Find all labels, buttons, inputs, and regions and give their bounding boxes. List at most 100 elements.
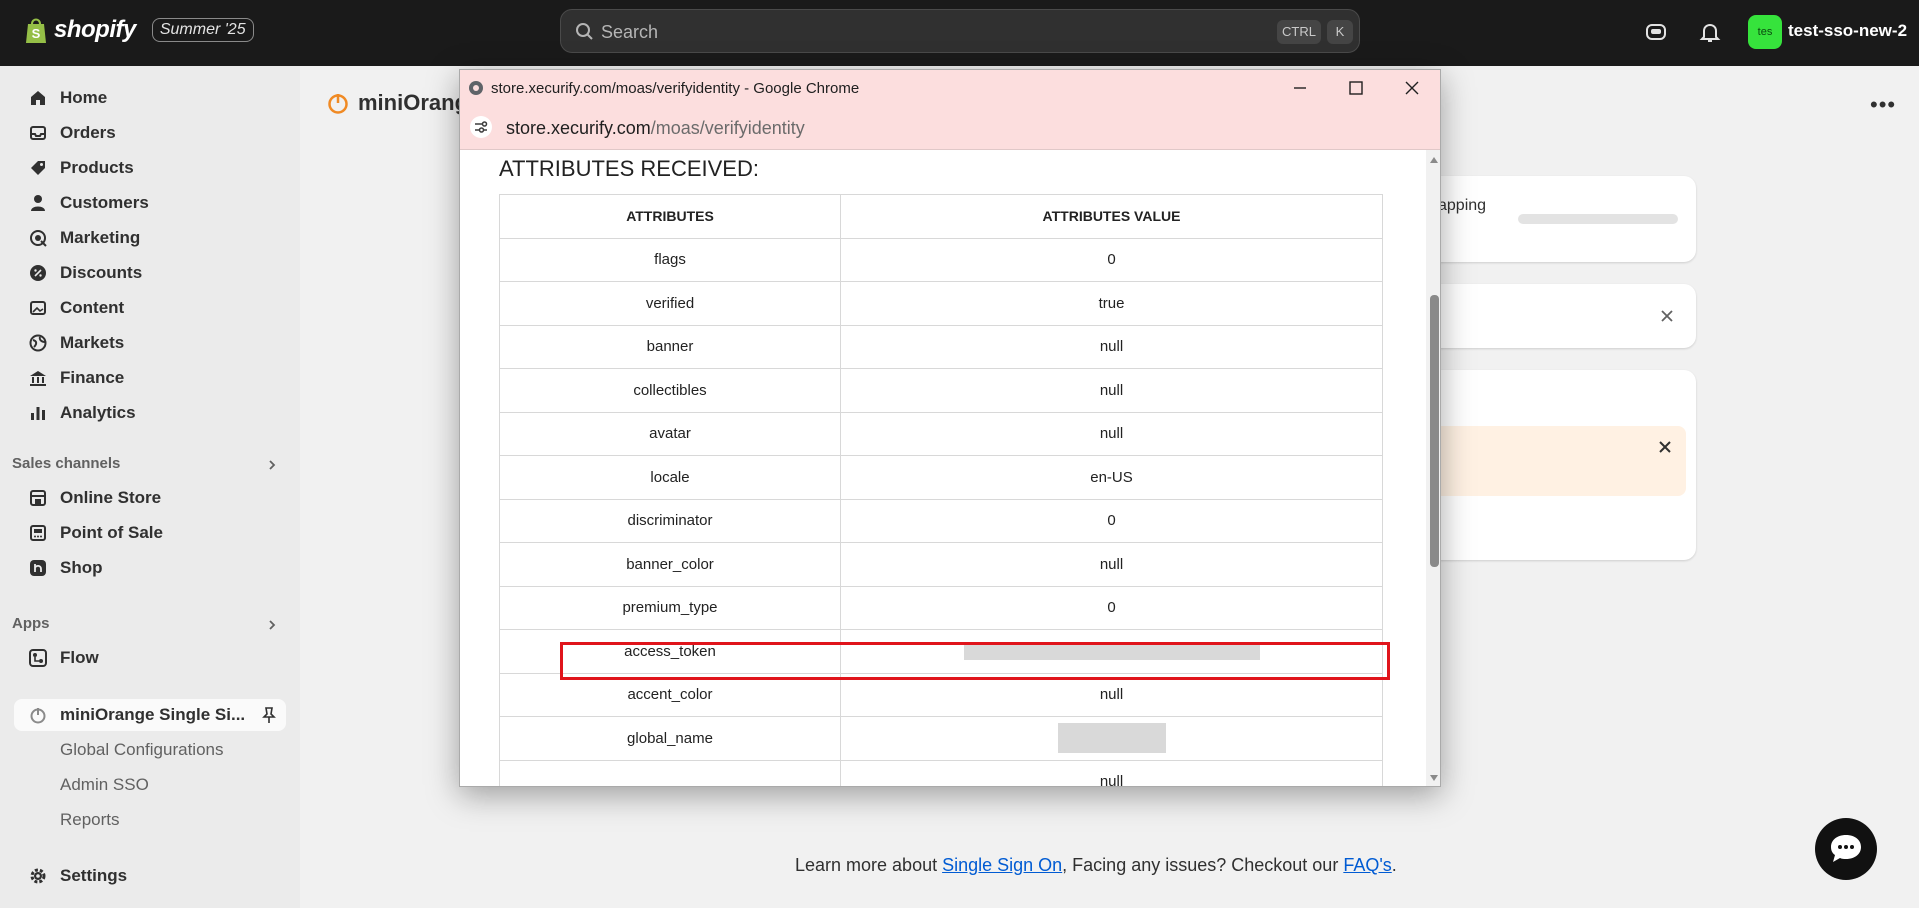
sidebar-item-content[interactable]: Content xyxy=(14,292,286,324)
popup-address-bar[interactable]: store.xecurify.com/moas/verifyidentity xyxy=(460,106,1440,150)
sidebar-item-finance[interactable]: Finance xyxy=(14,362,286,394)
pin-icon[interactable] xyxy=(260,706,278,724)
marketing-icon xyxy=(28,228,48,248)
scroll-down-icon[interactable] xyxy=(1429,773,1439,783)
sales-channels-heading: Sales channels xyxy=(12,455,121,472)
attr-value: en-US xyxy=(840,455,1383,500)
table-row: verified true xyxy=(499,281,1383,326)
store-icon xyxy=(28,488,48,508)
sidebar-item-label: Home xyxy=(60,88,108,107)
attributes-heading: ATTRIBUTES RECEIVED: xyxy=(499,156,759,181)
faq-link[interactable]: FAQ's xyxy=(1343,855,1391,875)
globe-icon xyxy=(28,333,48,353)
search-icon xyxy=(576,23,593,40)
attr-value: null xyxy=(840,368,1383,413)
sidebar-item-orders[interactable]: Orders xyxy=(14,117,286,149)
table-row: banner null xyxy=(499,324,1383,369)
table-row: collectibles null xyxy=(499,368,1383,413)
sidebar-item-label: Products xyxy=(60,158,134,177)
scrollbar-thumb[interactable] xyxy=(1430,295,1439,567)
shopify-logo[interactable]: S shopify Summer '25 xyxy=(24,16,254,44)
store-avatar[interactable]: tes xyxy=(1748,15,1782,49)
sidebar-item-marketing[interactable]: Marketing xyxy=(14,222,286,254)
minimize-icon[interactable] xyxy=(1290,78,1310,98)
attr-value: null xyxy=(840,759,1383,786)
site-settings-icon[interactable] xyxy=(470,116,492,138)
store-name[interactable]: test-sso-new-2 xyxy=(1788,21,1907,41)
sidebar-item-label: Flow xyxy=(60,648,99,667)
app-title: miniOrang xyxy=(358,90,469,115)
single-sign-on-link[interactable]: Single Sign On xyxy=(942,855,1062,875)
attr-name: banner_color xyxy=(499,542,841,587)
gear-icon xyxy=(28,866,48,886)
attr-name: verified xyxy=(499,281,841,326)
sidebar-item-online-store[interactable]: Online Store xyxy=(14,482,286,514)
footer-prefix: Learn more about xyxy=(795,855,943,875)
sidekick-icon[interactable] xyxy=(1644,20,1668,44)
more-actions-icon[interactable]: ••• xyxy=(1870,92,1896,118)
sidebar-item-label: Customers xyxy=(60,193,149,212)
sidebar-item-label: Shop xyxy=(60,558,103,577)
table-row: premium_type 0 xyxy=(499,585,1383,630)
close-icon[interactable] xyxy=(1658,440,1672,454)
sidebar-item-miniorange[interactable]: miniOrange Single Si... xyxy=(14,699,286,731)
search-bar[interactable]: Search CTRL K xyxy=(560,9,1360,53)
sidebar-item-point-of-sale[interactable]: Point of Sale xyxy=(14,517,286,549)
bar-chart-icon xyxy=(28,403,48,423)
progress-bar xyxy=(1518,214,1678,224)
attr-name: flags xyxy=(499,237,841,282)
sidebar-item-analytics[interactable]: Analytics xyxy=(14,397,286,429)
chevron-right-icon[interactable] xyxy=(266,459,278,471)
col-header-attributes: ATTRIBUTES xyxy=(499,194,841,239)
svg-text:S: S xyxy=(32,26,41,41)
sidebar-item-label: Finance xyxy=(60,368,125,387)
sidebar-item-label: Markets xyxy=(60,333,125,352)
apps-heading: Apps xyxy=(12,615,50,632)
footer-suffix: . xyxy=(1391,855,1397,875)
chevron-right-icon[interactable] xyxy=(266,619,278,631)
top-bar: S shopify Summer '25 Search CTRL K tes t… xyxy=(0,0,1919,66)
attr-value: true xyxy=(840,281,1383,326)
popup-page-content: ATTRIBUTES RECEIVED: ATTRIBUTES ATTRIBUT… xyxy=(460,150,1426,786)
sidebar-item-label: miniOrange Single Si... xyxy=(60,705,246,724)
brand-name: shopify xyxy=(54,16,136,43)
popup-titlebar[interactable]: store.xecurify.com/moas/verifyidentity -… xyxy=(460,70,1440,106)
orders-icon xyxy=(28,123,48,143)
subnav-admin-sso[interactable]: Admin SSO xyxy=(60,775,149,795)
chat-button[interactable] xyxy=(1815,818,1877,880)
popup-scrollbar[interactable] xyxy=(1426,150,1440,786)
footer-middle: , Facing any issues? Checkout our xyxy=(1062,855,1344,875)
sidebar-item-customers[interactable]: Customers xyxy=(14,187,286,219)
attr-name: banner xyxy=(499,324,841,369)
sidebar-item-flow[interactable]: Flow xyxy=(14,642,286,674)
table-row: flags 0 xyxy=(499,237,1383,282)
discount-icon xyxy=(28,263,48,283)
sidebar-item-markets[interactable]: Markets xyxy=(14,327,286,359)
sidebar-item-products[interactable]: Products xyxy=(14,152,286,184)
tag-icon xyxy=(28,158,48,178)
attributes-table: ATTRIBUTES ATTRIBUTES VALUE flags 0 verif… xyxy=(499,194,1383,786)
close-icon[interactable] xyxy=(1402,78,1422,98)
attr-name: global_name xyxy=(499,716,841,761)
search-placeholder: Search xyxy=(601,22,659,42)
close-icon[interactable] xyxy=(1660,309,1674,323)
maximize-icon[interactable] xyxy=(1346,78,1366,98)
attr-value: null xyxy=(840,542,1383,587)
url-host: store.xecurify.com xyxy=(506,118,651,138)
flow-icon xyxy=(28,648,48,668)
popup-window-title: store.xecurify.com/moas/verifyidentity -… xyxy=(491,80,860,97)
scroll-up-icon[interactable] xyxy=(1429,155,1439,165)
edition-badge[interactable]: Summer '25 xyxy=(151,18,254,42)
table-row: global_name xyxy=(499,716,1383,761)
person-icon xyxy=(28,193,48,213)
popup-url[interactable]: store.xecurify.com/moas/verifyidentity xyxy=(506,118,805,139)
sidebar-item-discounts[interactable]: Discounts xyxy=(14,257,286,289)
subnav-global-configurations[interactable]: Global Configurations xyxy=(60,740,223,760)
sidebar-item-shop[interactable]: Shop xyxy=(14,552,286,584)
attr-name: premium_type xyxy=(499,585,841,630)
col-header-attributes-value: ATTRIBUTES VALUE xyxy=(840,194,1383,239)
sidebar-item-home[interactable]: Home xyxy=(14,82,286,114)
bell-icon[interactable] xyxy=(1698,20,1722,44)
subnav-reports[interactable]: Reports xyxy=(60,810,120,830)
sidebar-item-settings[interactable]: Settings xyxy=(14,860,286,892)
